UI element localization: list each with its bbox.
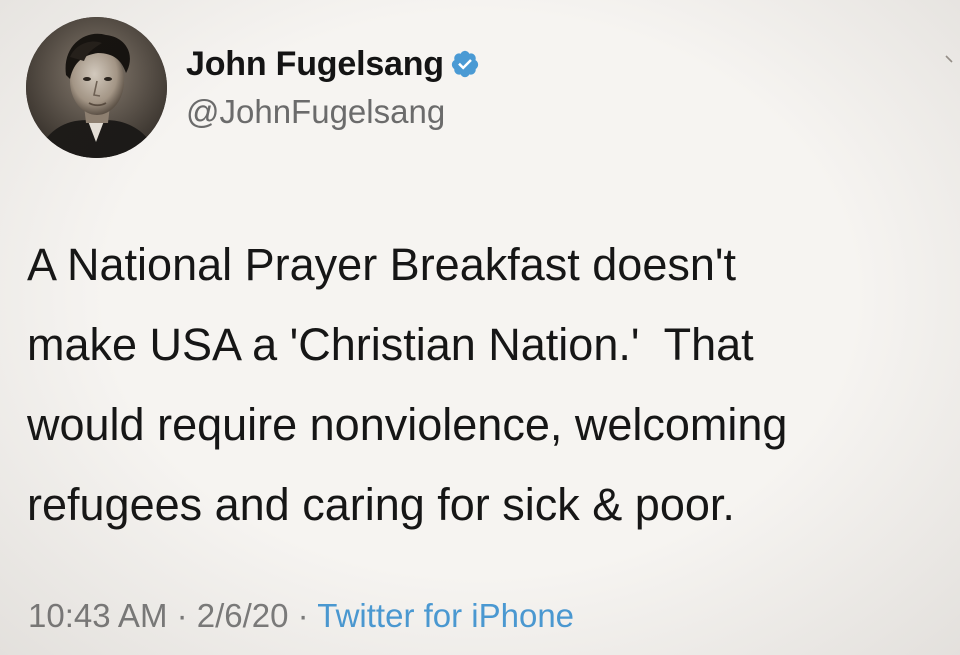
tweet-date[interactable]: 2/6/20: [197, 597, 289, 634]
tweet-time[interactable]: 10:43 AM: [28, 597, 167, 634]
tweet-text-line: refugees and caring for sick & poor.: [27, 479, 735, 530]
avatar-photo: [26, 17, 167, 158]
tweet-text-line: make USA a 'Christian Nation.' That: [27, 319, 754, 370]
tweet-source-link[interactable]: Twitter for iPhone: [317, 597, 574, 634]
verified-badge-icon: [450, 49, 480, 79]
tweet-text: A National Prayer Breakfast doesn't make…: [27, 225, 952, 545]
tweet-card: John Fugelsang @JohnFugelsang A National…: [0, 0, 960, 655]
user-handle[interactable]: @JohnFugelsang: [186, 93, 445, 131]
meta-separator: ·: [167, 597, 197, 634]
meta-separator: ·: [288, 597, 318, 634]
tweet-text-line: A National Prayer Breakfast doesn't: [27, 239, 736, 290]
avatar[interactable]: [26, 17, 167, 158]
display-name[interactable]: John Fugelsang: [186, 45, 444, 84]
tweet-text-line: would require nonviolence, welcoming: [27, 399, 788, 450]
display-name-row: John Fugelsang: [186, 42, 480, 86]
tweet-metadata: 10:43 AM · 2/6/20 · Twitter for iPhone: [28, 597, 574, 635]
chevron-down-icon[interactable]: [944, 52, 958, 66]
